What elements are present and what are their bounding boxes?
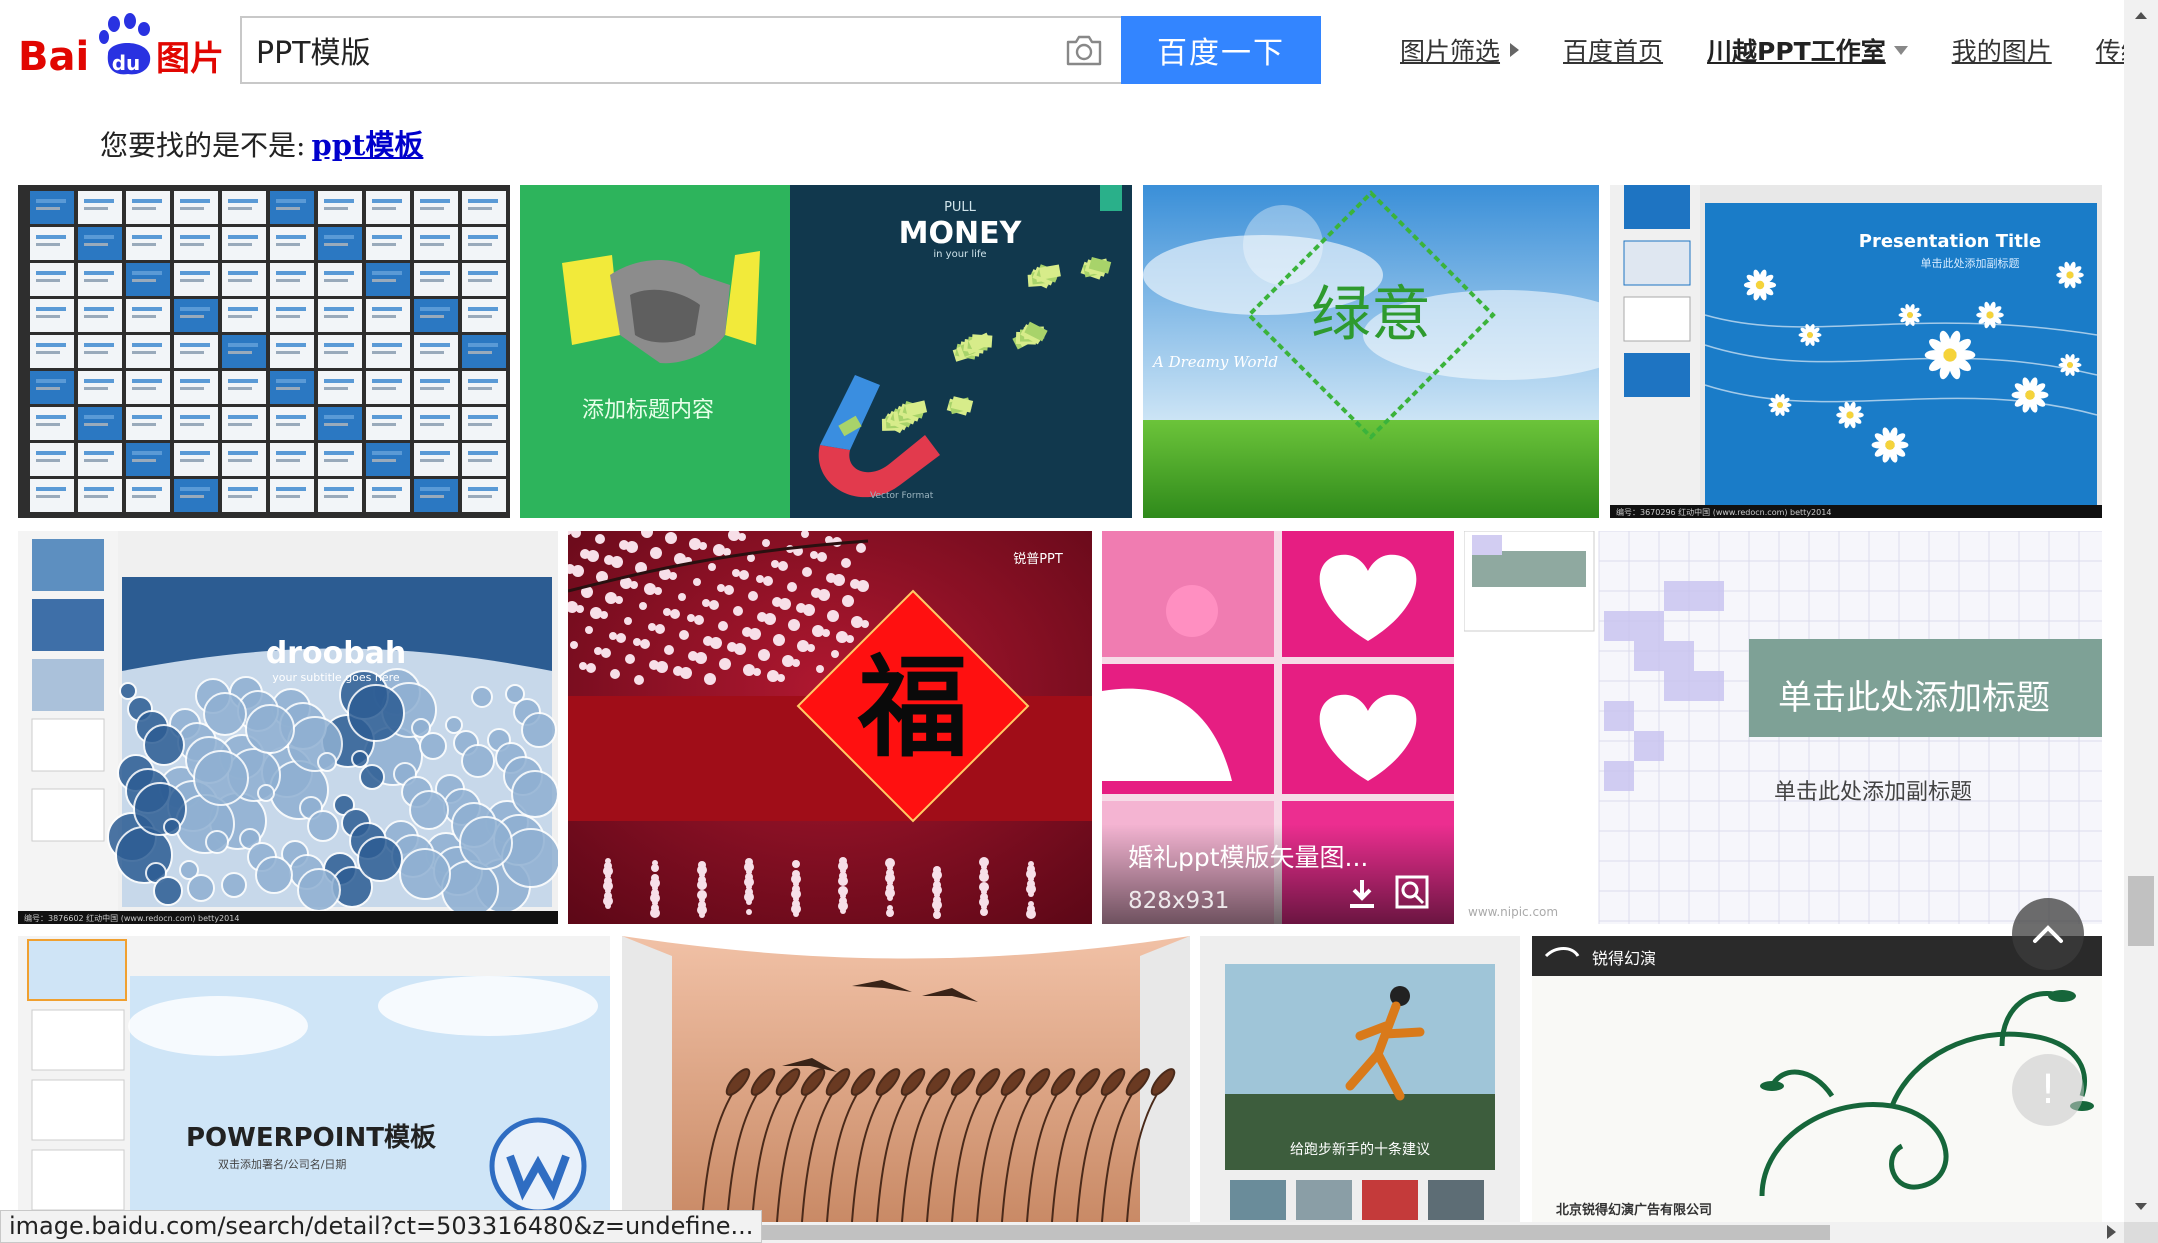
droobah-title-text: droobah — [266, 636, 407, 671]
green-script-text: A Dreamy World — [1151, 353, 1278, 371]
money-sub-text: in your life — [933, 249, 986, 260]
image-result-fu-blossoms[interactable]: 福 锐普PPT — [568, 531, 1092, 924]
nav-image-filter[interactable]: 图片筛选 — [1400, 32, 1520, 68]
nav-baidu-home[interactable]: 百度首页 — [1563, 32, 1663, 68]
fu-character-text: 福 — [857, 643, 968, 772]
vertical-scroll-thumb[interactable] — [2128, 876, 2154, 946]
nav-baidu-home-link[interactable]: 百度首页 — [1563, 32, 1663, 68]
download-icon[interactable] — [1346, 878, 1378, 910]
droobah-sub-text: your subtitle goes here — [272, 671, 400, 684]
hover-image-title[interactable]: 婚礼ppt模版矢量图... — [1128, 838, 1368, 874]
feedback-button[interactable]: ! — [2012, 1054, 2084, 1126]
droobah-footer-text: 编号：3876602 红动中国 (www.redocn.com) betty20… — [24, 913, 239, 923]
logo-bai-text: Bai — [18, 34, 89, 80]
mosaic-sub-text: 单击此处添加副标题 — [1774, 780, 1972, 805]
scrollbar-corner — [2124, 1222, 2158, 1243]
suggestion-prefix: 您要找的是不是: — [100, 129, 306, 162]
image-result-money-magnet[interactable]: 添加标题内容 PULL MONEY in your life Vector Fo… — [520, 185, 1132, 518]
triangle-right-icon — [1510, 43, 1520, 57]
slide-grid-thumbnail — [30, 191, 506, 512]
search-button[interactable]: 百度一下 — [1121, 16, 1321, 84]
powerpoint-sub-text: 双击添加署名/公司名/日期 — [218, 1157, 346, 1171]
scroll-right-arrow-icon[interactable] — [2107, 1225, 2116, 1239]
suggestion-link[interactable]: ppt模板 — [311, 122, 423, 164]
green-title-text: 绿意 — [1311, 280, 1431, 350]
logo-du-text: du — [112, 51, 141, 75]
nav-my-images[interactable]: 我的图片 — [1952, 32, 2052, 68]
header: du Bai 图片 百度一下 图片筛选 百度首页 川越PPT工作室 我的图片 传… — [0, 0, 2158, 180]
scroll-down-arrow-icon[interactable] — [2124, 1192, 2158, 1222]
nav-user-menu[interactable]: 川越PPT工作室 — [1707, 32, 1908, 68]
runner-caption-text: 给跑步新手的十条建议 — [1290, 1141, 1430, 1158]
swirl-footer-text: 北京锐得幻演广告有限公司 — [1556, 1202, 1712, 1218]
powerpoint-title-text: POWERPOINT模板 — [186, 1123, 436, 1153]
search-box — [240, 16, 1122, 84]
image-result-wedding-hearts[interactable]: 婚礼ppt模版矢量图... 828x931 — [1102, 531, 1454, 924]
swirl-brand-text: 锐得幻演 — [1592, 949, 1656, 968]
status-bar-url: image.baidu.com/search/detail?ct=5033164… — [0, 1210, 763, 1243]
presentation-footer-text: 编号：3670296 红动中国 (www.redocn.com) betty20… — [1616, 507, 1831, 517]
top-nav: 图片筛选 百度首页 川越PPT工作室 我的图片 传统翻页版 — [1400, 30, 2158, 70]
chevron-down-icon — [1893, 45, 1908, 55]
horizontal-scroll-thumb[interactable] — [720, 1225, 1830, 1240]
presentation-title-text: Presentation Title — [1859, 231, 2041, 252]
money-vector-text: Vector Format — [870, 491, 934, 501]
logo-suffix-text: 图片 — [156, 39, 224, 79]
exclamation-icon: ! — [2039, 1067, 2057, 1113]
view-detail-icon[interactable] — [1394, 874, 1430, 910]
image-result-runner[interactable]: 给跑步新手的十条建议 — [1200, 936, 1520, 1222]
baidu-images-logo[interactable]: du Bai 图片 — [16, 10, 226, 82]
hover-image-size: 828x931 — [1128, 888, 1230, 914]
money-title-text: MONEY — [899, 216, 1023, 251]
image-result-green-field[interactable]: 绿意 A Dreamy World — [1143, 185, 1599, 518]
watermark-text: www.nipic.com — [1468, 905, 1558, 919]
image-result-reeds-cranes[interactable] — [622, 936, 1190, 1222]
fu-brand-text: 锐普PPT — [1013, 552, 1063, 567]
image-result-powerpoint-sky[interactable]: POWERPOINT模板 双击添加署名/公司名/日期 — [18, 936, 610, 1222]
image-result-mosaic-title[interactable]: 单击此处添加标题 单击此处添加副标题 www.nipic.com — [1464, 531, 2102, 924]
chevron-up-icon — [2033, 925, 2063, 943]
back-to-top-button[interactable] — [2012, 898, 2084, 970]
nav-image-filter-link[interactable]: 图片筛选 — [1400, 32, 1500, 68]
search-input[interactable] — [256, 26, 1036, 74]
nav-my-images-link[interactable]: 我的图片 — [1952, 32, 2052, 68]
scroll-up-arrow-icon[interactable] — [2124, 0, 2158, 30]
spelling-suggestion: 您要找的是不是: ppt模板 — [100, 122, 423, 164]
image-result-droobah[interactable]: droobah your subtitle goes here 编号：38766… — [18, 531, 558, 924]
money-slide-caption: 添加标题内容 — [582, 398, 714, 423]
money-pull-text: PULL — [944, 200, 977, 215]
image-result-presentation-flowers[interactable]: Presentation Title 单击此处添加副标题 编号：3670296 … — [1610, 185, 2102, 518]
image-result-slide-collection[interactable] — [18, 185, 510, 518]
presentation-sub-text: 单击此处添加副标题 — [1921, 256, 2020, 270]
nav-user-name-link[interactable]: 川越PPT工作室 — [1707, 32, 1886, 68]
camera-icon[interactable] — [1064, 32, 1104, 68]
vertical-scrollbar[interactable] — [2124, 0, 2158, 1222]
mosaic-title-text: 单击此处添加标题 — [1778, 678, 2050, 718]
